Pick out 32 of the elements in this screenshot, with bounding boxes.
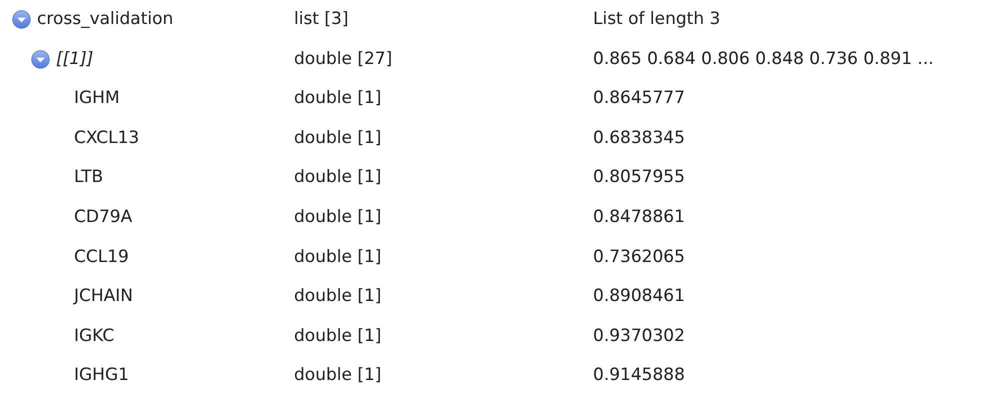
variable-name: CD79A — [74, 206, 132, 230]
variable-type: double [1] — [294, 88, 382, 108]
variable-name: JCHAIN — [74, 285, 134, 308]
variable-type: double [1] — [294, 128, 382, 148]
variable-value: 0.8908461 — [593, 286, 685, 306]
variable-type: double [1] — [294, 326, 382, 346]
variable-name: LTB — [74, 166, 104, 190]
collapse-icon[interactable] — [12, 10, 31, 30]
variable-name: IGHG1 — [74, 364, 129, 388]
variable-value: List of length 3 — [593, 9, 720, 30]
variable-value: 0.7362065 — [593, 246, 685, 267]
variable-type: double [1] — [294, 365, 382, 386]
variable-value: 0.6838345 — [593, 128, 685, 148]
variable-value: 0.8478861 — [593, 207, 685, 228]
variable-type: double [1] — [294, 246, 382, 267]
variable-type: double [1] — [294, 167, 382, 188]
variable-value: 0.8057955 — [593, 167, 685, 188]
variable-name: cross_validation — [37, 8, 174, 32]
variable-value: 0.8645777 — [593, 88, 685, 108]
variable-name: IGHM — [74, 87, 120, 110]
variable-type: double [1] — [294, 286, 382, 306]
variable-value: 0.865 0.684 0.806 0.848 0.736 0.891 ... — [593, 48, 934, 69]
variable-name: CCL19 — [74, 246, 129, 269]
variable-value: 0.9370302 — [593, 326, 685, 346]
variable-type: double [27] — [294, 48, 392, 69]
collapse-icon[interactable] — [31, 50, 50, 69]
variable-type: list [3] — [294, 9, 348, 30]
variable-value: 0.9145888 — [593, 365, 685, 386]
variable-name: IGKC — [74, 324, 114, 348]
variable-name: CXCL13 — [74, 126, 140, 150]
variable-type: double [1] — [294, 207, 382, 228]
variable-name: [[1]] — [56, 48, 94, 71]
